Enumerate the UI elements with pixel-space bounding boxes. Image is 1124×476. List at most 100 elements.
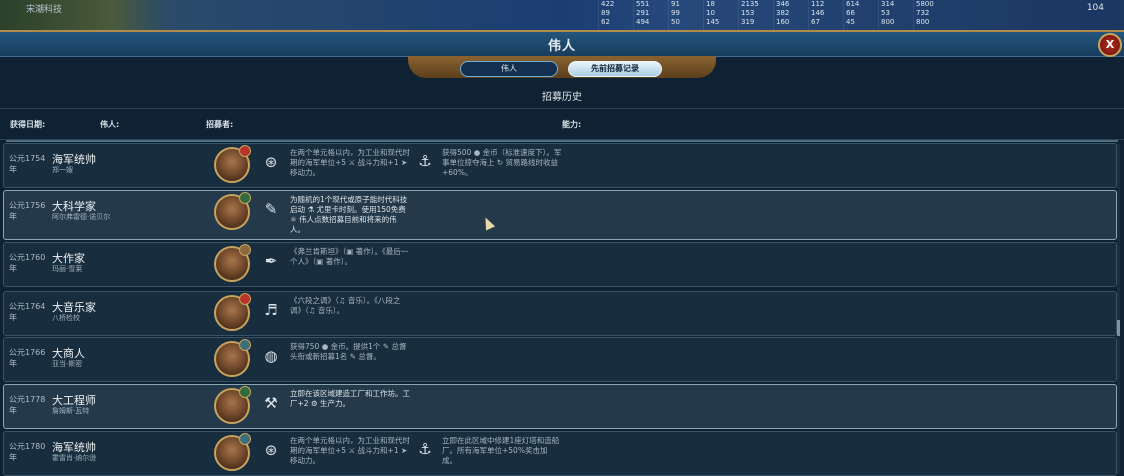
hud-stat-value: 50 <box>671 18 680 26</box>
turn-counter: 104 <box>1086 3 1104 13</box>
great-person-name: 郑一嫂 <box>52 166 73 174</box>
hud-stat-value: 5800 <box>916 0 934 8</box>
hud-stat-value: 314 <box>881 0 895 8</box>
civ-badge-icon <box>239 339 251 351</box>
column-header-recruiter: 招募者: <box>206 120 234 129</box>
acquired-date: 公元1766 年 <box>9 348 46 368</box>
table-row[interactable]: 公元1760 年大作家 玛丽·雪莱 ✒ 《弗兰肯斯坦》（▣ 著作）。《最后一个人》（▣… <box>3 242 1117 287</box>
hud-stat[interactable]: 551 291 494 <box>633 0 668 30</box>
ability-description-secondary: 获得500 ● 金币（标准速度下）。军事单位掠夺海上 ↻ 贸易路线时收益+60%… <box>442 148 562 177</box>
hud-stat-value: 99 <box>671 9 680 17</box>
ability-description: 立即在该区域建造工厂和工作坊。工厂+2 ⚙ 生产力。 <box>290 389 410 408</box>
hud-stat-value: 800 <box>916 18 930 26</box>
civ-badge-icon <box>239 433 251 445</box>
ship-wheel-icon: ⚓ <box>418 440 432 458</box>
hud-stat-value: 319 <box>741 18 755 26</box>
civ-badge-icon <box>239 293 251 305</box>
hud-stats: 422 89 62 551 291 494 91 99 50 18 10 145 2135 153 319 3… <box>598 0 948 30</box>
hud-stat-value: 422 <box>601 0 615 8</box>
ability-description: 《六段之调》（♫ 音乐）。《八段之调》（♫ 音乐）。 <box>290 296 401 315</box>
table-row[interactable]: 公元1754 年海军统帅 郑一嫂 ⊛ 在两个单元格以内，为工业和现代时期的海军单位+5… <box>3 143 1117 188</box>
hud-stat-value: 18 <box>706 0 715 8</box>
top-hud-bar: 宋潮科技 422 89 62 551 291 494 91 99 50 18 10 145 2135 15… <box>0 0 1124 30</box>
hud-stat-value: 382 <box>776 9 790 17</box>
table-row[interactable]: 公元1756 年大科学家 阿尔弗雷德·诺贝尔 ✎ 为随机的1个现代或原子能时代科技启动… <box>3 190 1117 240</box>
hud-stat[interactable]: 314 53 800 <box>878 0 913 30</box>
acquired-date: 公元1754 年 <box>9 154 46 174</box>
column-header-date: 获得日期: <box>10 120 46 129</box>
ability-description: 《弗兰肯斯坦》（▣ 著作）。《最后一个人》（▣ 著作）。 <box>290 247 409 266</box>
divider <box>0 108 1124 109</box>
acquired-date: 公元1780 年 <box>9 442 46 462</box>
ability-description: 为随机的1个现代或原子能时代科技启动 ⚗ 尤里卡时刻。使用150免费 ⚛ 伟人点… <box>290 195 408 234</box>
scrollbar-track[interactable] <box>1117 144 1120 474</box>
hud-stat-value: 62 <box>601 18 610 26</box>
list-top-edge <box>6 140 1118 142</box>
hud-stat[interactable]: 2135 153 319 <box>738 0 773 30</box>
close-button[interactable]: X <box>1098 33 1122 57</box>
tab-great-people[interactable]: 伟人 <box>460 61 558 77</box>
hud-stat-value: 145 <box>706 18 720 26</box>
hud-stat-value: 346 <box>776 0 790 8</box>
hud-stat-value: 291 <box>636 9 650 17</box>
hud-stat-value: 551 <box>636 0 650 8</box>
window-title: 伟人 <box>547 39 576 54</box>
great-person-name: 霍雷肖·纳尔逊 <box>52 454 97 462</box>
merchant-coin-icon: ◍ <box>264 347 278 365</box>
music-note-icon: ♬ <box>264 301 278 319</box>
hud-stat[interactable]: 18 10 145 <box>703 0 738 30</box>
table-row[interactable]: 公元1764 年大音乐家 八桥检校 ♬ 《六段之调》（♫ 音乐）。《八段之调》（♫ 音… <box>3 291 1117 336</box>
table-row[interactable]: 公元1766 年大商人 亚当·斯密 ◍ 获得750 ● 金币。提供1个 ✎ 总督头衔或… <box>3 337 1117 382</box>
great-person-name: 亚当·斯密 <box>52 360 83 368</box>
hud-stat[interactable]: 112 146 67 <box>808 0 843 30</box>
table-row[interactable]: 公元1780 年海军统帅 霍雷肖·纳尔逊 ⊛ 在两个单元格以内，为工业和现代时期的海军… <box>3 431 1117 476</box>
civ-badge-icon <box>239 386 251 398</box>
hud-stat-value: 45 <box>846 18 855 26</box>
hud-stat-value: 153 <box>741 9 755 17</box>
hud-stat[interactable]: 5800 732 800 <box>913 0 948 30</box>
anchor-badge-icon: ⊛ <box>264 441 278 459</box>
scrollbar-thumb[interactable] <box>1117 320 1120 336</box>
tools-icon: ⚒ <box>264 394 278 412</box>
ability-description: 在两个单元格以内，为工业和现代时期的海军单位+5 ⚔ 战斗力和+1 ➤ 移动力。 <box>290 148 410 177</box>
tab-previously-recruited[interactable]: 先前招募记录 <box>568 61 662 77</box>
hud-stat-value: 53 <box>881 9 890 17</box>
hud-stat-value: 2135 <box>741 0 759 8</box>
hud-stat-value: 146 <box>811 9 825 17</box>
great-people-panel: 伟人 X 伟人 先前招募记录 招募历史 获得日期: 伟人: 招募者: 能力: 公… <box>0 30 1124 476</box>
great-person-name: 詹姆斯·瓦特 <box>52 407 90 415</box>
ability-description-secondary: 立即在此区域中修建1座灯塔和造船厂。所有海军单位+50%奖击加成。 <box>442 436 560 465</box>
hud-stat-value: 160 <box>776 18 790 26</box>
ability-description: 获得750 ● 金币。提供1个 ✎ 总督头衔或新招募1名 ✎ 总督。 <box>290 342 407 361</box>
great-person-name: 玛丽·雪莱 <box>52 265 83 273</box>
civ-badge-icon <box>239 192 251 204</box>
hud-stat-value: 614 <box>846 0 860 8</box>
hud-stat-value: 91 <box>671 0 680 8</box>
civ-badge-icon <box>239 145 251 157</box>
hud-stat-value: 89 <box>601 9 610 17</box>
hud-stat-value: 494 <box>636 18 650 26</box>
acquired-date: 公元1760 年 <box>9 253 46 273</box>
great-person-name: 八桥检校 <box>52 314 80 322</box>
civ-name: 宋潮科技 <box>26 5 63 15</box>
title-bar: 伟人 <box>0 32 1124 57</box>
acquired-date: 公元1756 年 <box>9 201 46 221</box>
science-scroll-icon: ✎ <box>264 200 278 218</box>
hud-stat-value: 67 <box>811 18 820 26</box>
section-heading: 招募历史 <box>542 92 582 103</box>
hud-stat[interactable]: 614 66 45 <box>843 0 878 30</box>
table-row[interactable]: 公元1778 年大工程师 詹姆斯·瓦特 ⚒ 立即在该区域建造工厂和工作坊。工厂+2 ⚙… <box>3 384 1117 429</box>
hud-stat-value: 66 <box>846 9 855 17</box>
tab-bar: 伟人 先前招募记录 <box>408 56 716 78</box>
column-header-person: 伟人: <box>100 120 120 129</box>
quill-icon: ✒ <box>264 252 278 270</box>
hud-stat-value: 732 <box>916 9 930 17</box>
hud-stat-value: 10 <box>706 9 715 17</box>
hud-stat-value: 112 <box>811 0 825 8</box>
acquired-date: 公元1778 年 <box>9 395 46 415</box>
hud-stat[interactable]: 91 99 50 <box>668 0 703 30</box>
hud-stat[interactable]: 422 89 62 <box>598 0 633 30</box>
civ-badge-icon <box>239 244 251 256</box>
acquired-date: 公元1764 年 <box>9 302 46 322</box>
hud-stat[interactable]: 346 382 160 <box>773 0 808 30</box>
